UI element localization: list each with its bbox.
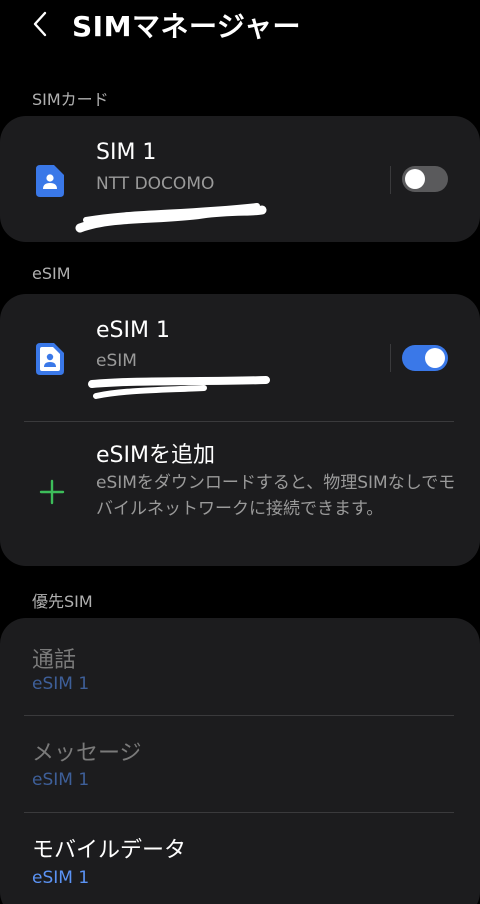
esim1-type: eSIM [96,351,137,371]
sim-card-panel: SIM 1 NTT DOCOMO [0,116,480,242]
plus-icon [39,479,65,505]
preferred-messages-row[interactable]: メッセージ eSIM 1 [0,716,480,812]
redaction-scribble [88,376,270,399]
preferred-calls-row[interactable]: 通話 eSIM 1 [0,618,480,714]
esim-panel: eSIM 1 eSIM eSIMを追加 eSIMをダウンロードすると、物理SIM… [0,294,480,566]
preferred-sim-panel: 通話 eSIM 1 メッセージ eSIM 1 モバイルデータ eSIM 1 [0,618,480,904]
preferred-mobile-data-row[interactable]: モバイルデータ eSIM 1 [0,813,480,904]
section-label-esim: eSIM [32,264,71,283]
sim1-carrier: NTT DOCOMO [96,174,215,194]
redaction-scribble [75,203,267,233]
esim-card-icon [36,343,64,375]
sim1-row[interactable]: SIM 1 NTT DOCOMO [0,116,380,242]
section-label-preferred-sim: 優先SIM [32,592,93,611]
calls-label: 通話 [32,648,77,673]
section-label-sim-cards: SIMカード [32,90,109,109]
sim-card-icon [36,165,64,197]
sim1-toggle[interactable] [402,166,448,192]
back-button[interactable] [22,6,58,42]
page-title: SIMマネージャー [72,10,301,43]
add-esim-row[interactable]: eSIMを追加 eSIMをダウンロードすると、物理SIMなしでモバイルネットワー… [0,422,480,566]
calls-value: eSIM 1 [32,674,90,694]
toggle-knob [405,169,425,189]
app-header: SIMマネージャー [0,0,480,56]
esim1-name: eSIM 1 [96,318,170,343]
sim1-name: SIM 1 [96,140,157,165]
messages-label: メッセージ [32,741,142,766]
messages-value: eSIM 1 [32,770,90,790]
add-esim-title: eSIMを追加 [96,443,215,468]
add-esim-description: eSIMをダウンロードすると、物理SIMなしでモバイルネットワークに接続できます… [96,473,456,519]
mobile-data-value: eSIM 1 [32,868,90,888]
esim1-toggle[interactable] [402,345,448,371]
vertical-divider [390,344,391,372]
sim-manager-screen: SIMマネージャー SIMカード SIM 1 NTT DOCOMO eSIM e… [0,0,480,904]
esim1-row[interactable]: eSIM 1 eSIM [0,294,380,420]
mobile-data-label: モバイルデータ [32,838,187,863]
toggle-knob [425,348,445,368]
vertical-divider [390,166,391,194]
chevron-left-icon [33,11,47,37]
